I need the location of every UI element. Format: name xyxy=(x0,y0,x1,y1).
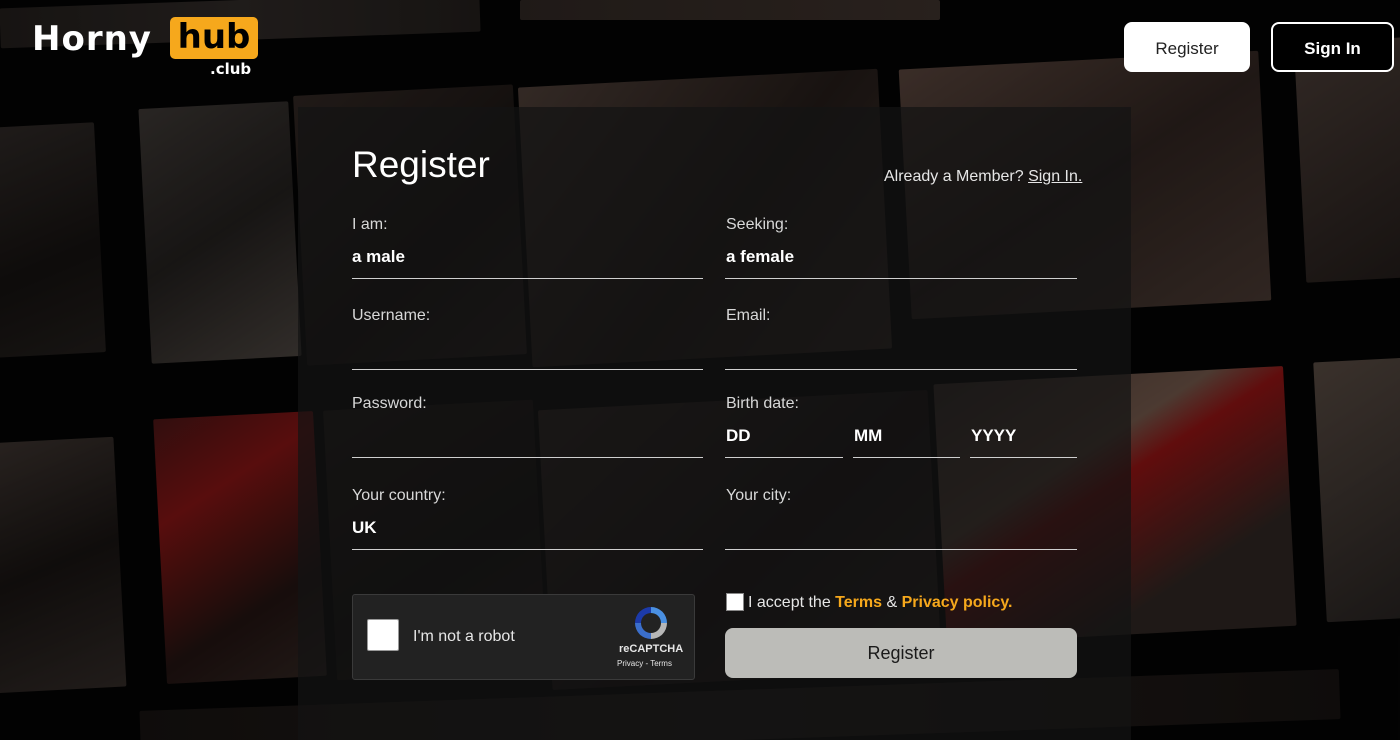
country-select[interactable]: UK xyxy=(352,518,377,538)
username-underline xyxy=(352,369,703,370)
password-underline xyxy=(352,457,703,458)
member-signin-link[interactable]: Sign In. xyxy=(1028,168,1082,185)
logo-word-hub: hub xyxy=(170,17,258,59)
country-label: Your country: xyxy=(352,487,446,504)
logo-suffix: .club xyxy=(210,60,252,78)
accept-amp: & xyxy=(886,594,898,611)
seeking-underline xyxy=(725,278,1077,279)
recaptcha-icon xyxy=(635,607,667,639)
birthdate-year-underline xyxy=(970,457,1077,458)
iam-underline xyxy=(352,278,703,279)
accept-prefix: I accept the xyxy=(748,594,831,611)
city-underline xyxy=(725,549,1077,550)
recaptcha-label: I'm not a robot xyxy=(413,628,515,645)
password-input[interactable] xyxy=(352,424,706,456)
city-label: Your city: xyxy=(726,487,792,504)
birthdate-month-select[interactable]: MM xyxy=(854,426,882,446)
password-label: Password: xyxy=(352,395,427,412)
accept-terms-checkbox[interactable] xyxy=(726,593,744,611)
email-label: Email: xyxy=(726,307,771,324)
email-input[interactable] xyxy=(726,336,1080,368)
birthdate-day-underline xyxy=(725,457,843,458)
birthdate-year-select[interactable]: YYYY xyxy=(971,426,1016,446)
terms-link[interactable]: Terms xyxy=(835,594,882,611)
member-prompt-text: Already a Member? xyxy=(884,168,1024,185)
accept-terms-text: I accept the Terms & Privacy policy. xyxy=(748,594,1012,612)
member-signin-prompt: Already a Member? Sign In. xyxy=(884,168,1082,186)
email-underline xyxy=(725,369,1077,370)
iam-select[interactable]: a male xyxy=(352,247,405,267)
recaptcha-privacy-terms[interactable]: Privacy - Terms xyxy=(617,659,672,668)
birthdate-day-select[interactable]: DD xyxy=(726,426,751,446)
page-title: Register xyxy=(352,144,490,185)
birthdate-month-underline xyxy=(853,457,960,458)
iam-label: I am: xyxy=(352,216,388,233)
seeking-label: Seeking: xyxy=(726,216,789,233)
city-input[interactable] xyxy=(726,515,1080,547)
logo-word-horny: Horny xyxy=(32,19,152,59)
register-submit-button[interactable]: Register xyxy=(725,628,1077,678)
header-register-button[interactable]: Register xyxy=(1124,22,1250,72)
site-logo[interactable]: Horny hub .club xyxy=(32,17,258,78)
recaptcha-brand: reCAPTCHA xyxy=(619,643,684,655)
recaptcha-checkbox[interactable] xyxy=(367,619,399,651)
seeking-select[interactable]: a female xyxy=(726,247,794,267)
country-underline xyxy=(352,549,703,550)
recaptcha-widget: I'm not a robot reCAPTCHA Privacy - Term… xyxy=(352,594,695,680)
username-input[interactable] xyxy=(352,336,706,368)
privacy-policy-link[interactable]: Privacy policy. xyxy=(902,594,1013,611)
birthdate-label: Birth date: xyxy=(726,395,799,412)
header-signin-button[interactable]: Sign In xyxy=(1271,22,1394,72)
username-label: Username: xyxy=(352,307,431,324)
